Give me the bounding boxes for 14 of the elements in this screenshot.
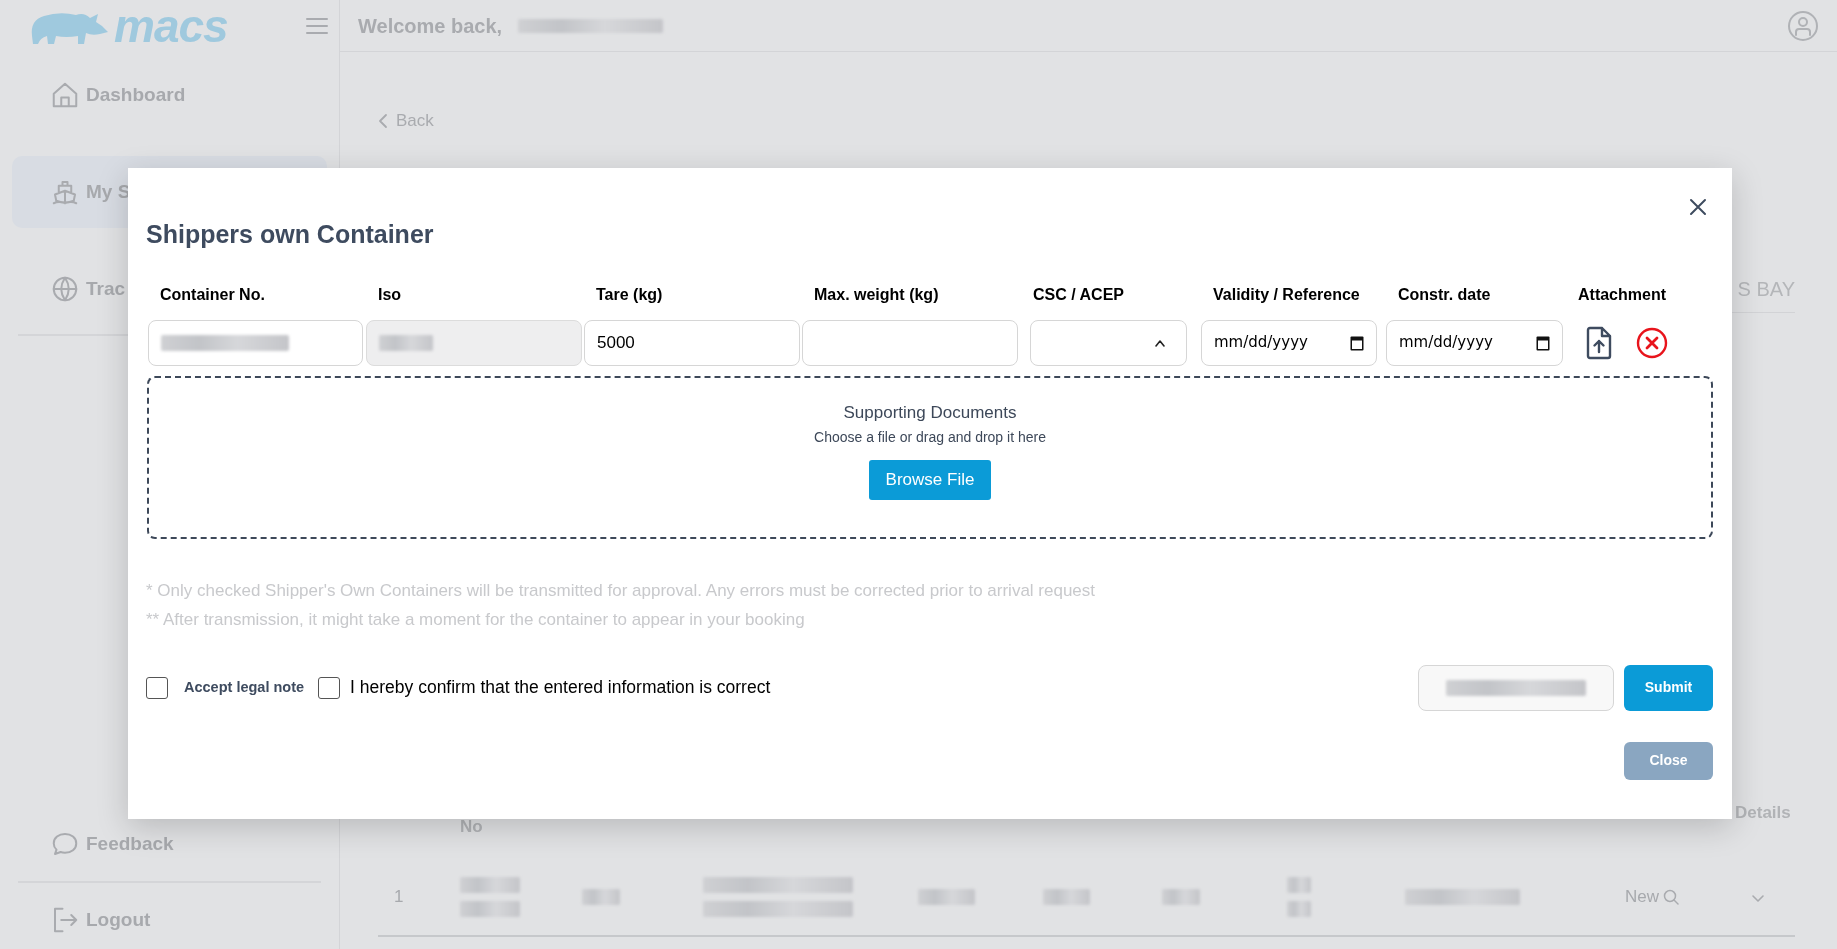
welcome-text: Welcome back, <box>358 13 503 39</box>
column-header: Iso <box>378 285 402 303</box>
drop-zone-title: Supporting Documents <box>842 401 1018 424</box>
table-cell-text: 1 <box>393 886 405 909</box>
modal-title: Shippers own Container <box>146 219 435 250</box>
column-header: Max. weight (kg) <box>814 285 939 303</box>
column-header: Constr. date <box>1398 285 1491 303</box>
column-header: Attachment <box>1578 285 1666 303</box>
column-header: CSC / ACEP <box>1033 285 1124 303</box>
status-text: New <box>1625 886 1659 909</box>
column-header: Validity / Reference <box>1213 285 1360 303</box>
column-header: Container No. <box>160 285 265 303</box>
column-header: Tare (kg) <box>596 285 663 303</box>
drop-zone-hint: Choose a file or drag and drop it here <box>813 428 1047 447</box>
